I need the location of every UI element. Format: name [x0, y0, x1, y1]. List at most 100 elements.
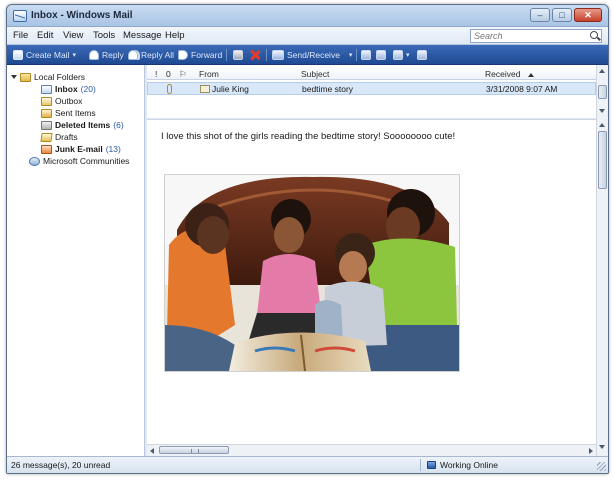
- folder-junk-email[interactable]: Junk E-mail (13): [41, 144, 121, 154]
- maximize-button[interactable]: □: [552, 8, 572, 22]
- folder-sent-items[interactable]: Sent Items: [41, 108, 96, 118]
- horizontal-scrollbar[interactable]: [147, 444, 596, 456]
- contacts-button[interactable]: [361, 48, 371, 62]
- resize-grip-icon[interactable]: [597, 462, 606, 471]
- menu-tools[interactable]: Tools: [93, 30, 115, 41]
- deleted-items-icon: [41, 120, 52, 130]
- message-count-status: 26 message(s), 20 unread: [11, 460, 111, 470]
- folder-inbox[interactable]: Inbox (20): [41, 84, 96, 94]
- menu-file[interactable]: File: [13, 30, 28, 41]
- list-scroll-thumb[interactable]: [598, 85, 607, 99]
- attachment-icon: [167, 84, 172, 94]
- working-online-icon: [427, 461, 436, 469]
- layout-button[interactable]: [417, 48, 427, 62]
- grip-icon: [191, 449, 199, 453]
- collapse-arrow-icon[interactable]: [11, 75, 17, 79]
- folder-name: Junk E-mail: [55, 144, 103, 154]
- menu-edit[interactable]: Edit: [37, 30, 53, 41]
- create-mail-button[interactable]: Create Mail ▾: [13, 48, 76, 62]
- forward-label: Forward: [191, 50, 223, 60]
- folder-name: Deleted Items: [55, 120, 111, 130]
- folder-local-folders[interactable]: Local Folders: [11, 72, 85, 82]
- find-button[interactable]: ▾: [393, 48, 410, 62]
- reply-all-label: Reply All: [141, 50, 175, 60]
- find-icon: [393, 50, 403, 60]
- reply-button[interactable]: Reply: [89, 48, 124, 62]
- unread-count: (13): [105, 144, 121, 154]
- list-header: ! 0 ⚐ From Subject Received: [147, 67, 596, 80]
- folder-name: Microsoft Communities: [43, 156, 130, 166]
- menu-message[interactable]: Message: [123, 30, 162, 41]
- menu-help[interactable]: Help: [165, 30, 185, 41]
- scroll-down-arrow-icon[interactable]: [599, 109, 605, 113]
- scroll-up-arrow-icon[interactable]: [599, 69, 605, 73]
- create-mail-dropdown-icon[interactable]: ▾: [72, 51, 76, 59]
- column-subject[interactable]: Subject: [301, 69, 329, 79]
- search-box: [470, 29, 602, 43]
- folder-microsoft-communities[interactable]: Microsoft Communities: [29, 156, 129, 166]
- unread-count: (6): [113, 120, 124, 130]
- message-subject: bedtime story: [302, 84, 354, 94]
- menu-view[interactable]: View: [63, 30, 83, 41]
- menu-bar: File Edit View Tools Message Help: [7, 27, 608, 45]
- reply-icon: [89, 50, 99, 60]
- send-receive-dropdown-icon[interactable]: ▾: [349, 51, 353, 59]
- vertical-scrollbar[interactable]: [596, 65, 608, 458]
- attached-photo[interactable]: [164, 174, 460, 372]
- delete-icon: [250, 50, 260, 60]
- search-input[interactable]: [471, 30, 581, 42]
- calendar-button[interactable]: [376, 48, 386, 62]
- connection-status-label: Working Online: [440, 460, 498, 470]
- column-from[interactable]: From: [199, 69, 219, 79]
- outbox-icon: [41, 96, 52, 106]
- mail-window: Inbox - Windows Mail – □ ✕ File Edit Vie…: [6, 4, 609, 474]
- send-receive-button[interactable]: Send/Receive ▾: [272, 48, 352, 62]
- message-row[interactable]: Julie King bedtime story 3/31/2008 9:07 …: [147, 82, 596, 95]
- junk-email-icon: [41, 144, 52, 154]
- column-attachment[interactable]: 0: [166, 69, 171, 79]
- search-icon[interactable]: [590, 31, 598, 39]
- windows-mail-icon: [13, 10, 27, 22]
- reply-label: Reply: [102, 50, 124, 60]
- communities-icon: [29, 156, 40, 166]
- preview-scroll-thumb[interactable]: [598, 131, 607, 189]
- forward-button[interactable]: Forward: [178, 48, 222, 62]
- delete-button[interactable]: [250, 48, 260, 62]
- forward-icon: [178, 50, 188, 60]
- print-button[interactable]: [233, 48, 243, 62]
- preview-pane: I love this shot of the girls reading th…: [147, 119, 596, 444]
- toolbar-separator: [356, 49, 357, 61]
- send-receive-icon: [272, 50, 284, 60]
- layout-icon: [417, 50, 427, 60]
- scroll-left-arrow-icon[interactable]: [150, 448, 154, 454]
- scroll-right-arrow-icon[interactable]: [589, 448, 593, 454]
- send-receive-label: Send/Receive: [287, 50, 340, 60]
- toolbar-separator: [266, 49, 267, 61]
- message-body: I love this shot of the girls reading th…: [161, 131, 456, 142]
- title-bar[interactable]: Inbox - Windows Mail – □ ✕: [7, 5, 608, 27]
- sort-ascending-icon: [527, 72, 534, 77]
- status-divider: [420, 459, 421, 471]
- scroll-down-arrow-icon[interactable]: [599, 445, 605, 449]
- folder-pane: Local Folders Inbox (20) Outbox Sent Ite…: [7, 65, 145, 458]
- find-dropdown-icon[interactable]: ▾: [406, 51, 410, 59]
- column-received[interactable]: Received: [485, 69, 534, 79]
- column-priority[interactable]: !: [155, 69, 157, 79]
- calendar-icon: [376, 50, 386, 60]
- window-title: Inbox - Windows Mail: [31, 10, 133, 21]
- scroll-up-arrow-icon[interactable]: [599, 123, 605, 127]
- folder-drafts[interactable]: Drafts: [40, 132, 78, 142]
- folder-outbox[interactable]: Outbox: [41, 96, 82, 106]
- minimize-button[interactable]: –: [530, 8, 550, 22]
- close-button[interactable]: ✕: [574, 8, 602, 22]
- unread-count: (20): [80, 84, 96, 94]
- connection-status[interactable]: Working Online: [427, 460, 498, 470]
- toolbar-separator: [226, 49, 227, 61]
- column-received-label: Received: [485, 69, 521, 79]
- folder-deleted-items[interactable]: Deleted Items (6): [41, 120, 124, 130]
- reply-all-icon: [128, 50, 138, 60]
- reply-all-button[interactable]: Reply All: [128, 48, 174, 62]
- column-flag[interactable]: ⚐: [179, 69, 187, 80]
- folder-name: Inbox: [55, 84, 78, 94]
- horizontal-scroll-thumb[interactable]: [159, 446, 229, 454]
